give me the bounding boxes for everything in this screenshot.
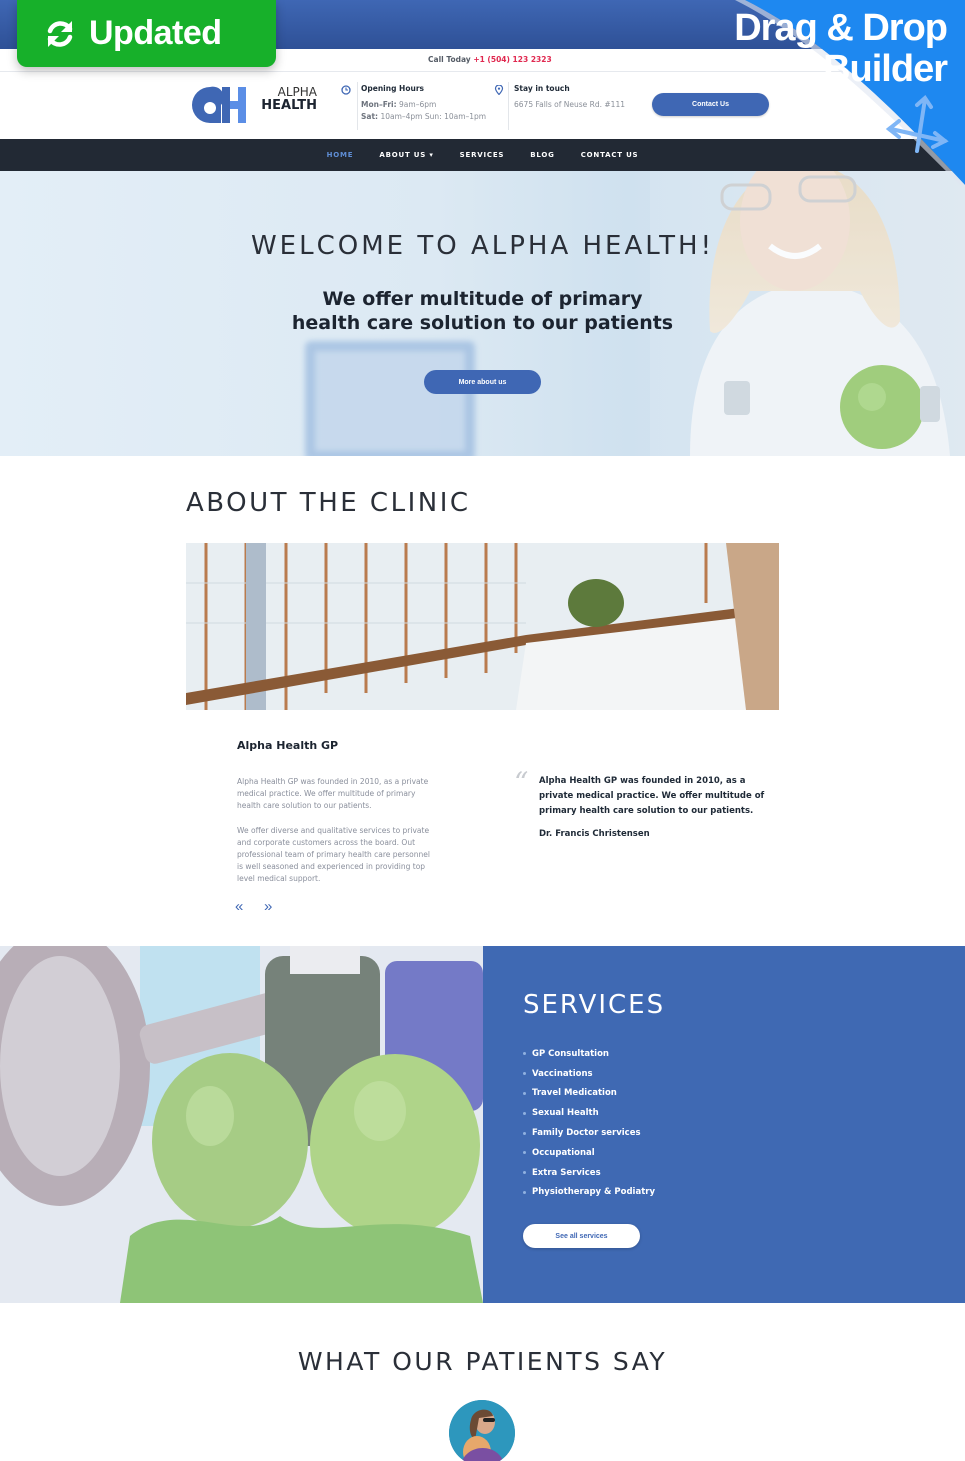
bullet-icon bbox=[523, 1072, 526, 1076]
see-all-services-button[interactable]: See all services bbox=[523, 1224, 640, 1248]
header-divider bbox=[508, 82, 509, 130]
logo-line-health: HEALTH bbox=[261, 98, 317, 113]
service-item[interactable]: Sexual Health bbox=[523, 1103, 655, 1123]
service-item[interactable]: Physiotherapy & Podiatry bbox=[523, 1183, 655, 1203]
prev-arrow-icon[interactable]: « bbox=[235, 899, 243, 914]
services-title: SERVICES bbox=[523, 990, 666, 1020]
hero-section: WELCOME TO ALPHA HEALTH! We offer multit… bbox=[0, 171, 965, 456]
refresh-icon bbox=[47, 20, 73, 47]
bullet-icon bbox=[523, 1131, 526, 1135]
call-label: Call Today bbox=[428, 55, 471, 64]
quote-author: Dr. Francis Christensen bbox=[539, 829, 650, 839]
hero-background-monitor bbox=[305, 341, 475, 456]
nav-blog[interactable]: BLOG bbox=[517, 151, 567, 159]
phone-link[interactable]: +1 (504) 123 2323 bbox=[473, 55, 551, 64]
hero-subtitle: We offer multitude of primary health car… bbox=[291, 288, 674, 334]
call-today: Call Today +1 (504) 123 2323 bbox=[428, 55, 552, 64]
logo-icon[interactable] bbox=[191, 86, 246, 124]
opening-hours-title: Opening Hours bbox=[361, 84, 424, 93]
bullet-icon bbox=[523, 1111, 526, 1115]
bullet-icon bbox=[523, 1052, 526, 1056]
testimonial-quote: Alpha Health GP was founded in 2010, as … bbox=[539, 776, 765, 816]
logo-text[interactable]: ALPHA HEALTH bbox=[261, 86, 317, 113]
contact-us-button[interactable]: Contact Us bbox=[652, 93, 769, 116]
about-paragraph-2: We offer diverse and qualitative service… bbox=[237, 825, 430, 884]
bullet-icon bbox=[523, 1151, 526, 1155]
nav-home[interactable]: HOME bbox=[314, 151, 367, 159]
header-divider bbox=[357, 82, 358, 130]
about-description: Alpha Health GP was founded in 2010, as … bbox=[237, 776, 432, 886]
nav-about-us[interactable]: ABOUT US ▾ bbox=[366, 151, 446, 159]
clinic-interior-image bbox=[186, 543, 779, 710]
about-subtitle: Alpha Health GP bbox=[237, 739, 339, 752]
service-item[interactable]: Travel Medication bbox=[523, 1084, 655, 1104]
opening-hours: Opening Hours Mon–Fri: 9am–6pm Sat: 10am… bbox=[341, 84, 487, 123]
service-item[interactable]: Vaccinations bbox=[523, 1064, 655, 1084]
stay-in-touch-title: Stay in touch bbox=[514, 84, 570, 93]
bullet-icon bbox=[523, 1171, 526, 1175]
about-section-title: ABOUT THE CLINIC bbox=[186, 488, 471, 518]
service-item[interactable]: Extra Services bbox=[523, 1163, 655, 1183]
service-item[interactable]: Occupational bbox=[523, 1143, 655, 1163]
services-list: GP Consultation Vaccinations Travel Medi… bbox=[523, 1044, 655, 1202]
clock-icon bbox=[341, 85, 351, 95]
nav-services[interactable]: SERVICES bbox=[447, 151, 518, 159]
next-arrow-icon[interactable]: » bbox=[264, 899, 272, 914]
quote-icon: “ bbox=[514, 766, 529, 799]
about-paragraph-1: Alpha Health GP was founded in 2010, as … bbox=[237, 777, 429, 811]
drag-drop-builder-label: Drag & Drop Builder bbox=[734, 7, 948, 90]
move-arrows-icon bbox=[885, 95, 949, 153]
testimonials-title: WHAT OUR PATIENTS SAY bbox=[297, 1347, 668, 1376]
map-pin-icon bbox=[494, 85, 504, 95]
updated-label: Updated bbox=[89, 14, 222, 52]
hero-title: WELCOME TO ALPHA HEALTH! bbox=[250, 231, 715, 261]
opening-hours-lines: Mon–Fri: 9am–6pm Sat: 10am–4pm Sun: 10am… bbox=[361, 100, 487, 121]
services-panel: SERVICES GP Consultation Vaccinations Tr… bbox=[483, 946, 965, 1303]
bullet-icon bbox=[523, 1190, 526, 1194]
address: 6675 Falls of Neuse Rd. #111 bbox=[514, 100, 625, 109]
services-apples-image bbox=[0, 946, 483, 1303]
main-nav: HOME ABOUT US ▾ SERVICES BLOG CONTACT US bbox=[0, 139, 965, 171]
service-item[interactable]: GP Consultation bbox=[523, 1044, 655, 1064]
more-about-us-button[interactable]: More about us bbox=[424, 370, 541, 394]
bullet-icon bbox=[523, 1091, 526, 1095]
patient-avatar bbox=[449, 1400, 515, 1461]
stay-in-touch: Stay in touch 6675 Falls of Neuse Rd. #1… bbox=[494, 84, 625, 111]
nav-contact-us[interactable]: CONTACT US bbox=[568, 151, 652, 159]
updated-badge: Updated bbox=[17, 0, 276, 67]
service-item[interactable]: Family Doctor services bbox=[523, 1123, 655, 1143]
